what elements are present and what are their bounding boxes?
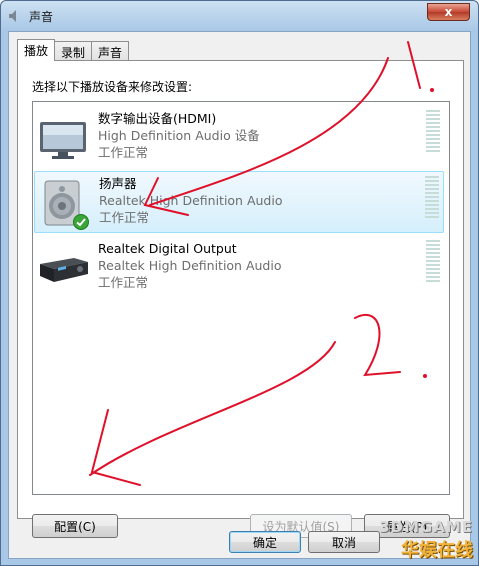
tab-sounds[interactable]: 声音 xyxy=(91,41,130,61)
tab-playback[interactable]: 播放 xyxy=(17,39,56,61)
playback-tab-panel: 选择以下播放设备来修改设置: 数字输出设备(HDMI) High Definit… xyxy=(17,60,464,538)
sound-dialog-window: 声音 x 播放 录制 声音 选择以下播放设备来修改设置: 数字输出设备(HDMI… xyxy=(0,0,479,566)
device-name: 扬声器 xyxy=(99,176,137,191)
device-name: Realtek Digital Output xyxy=(98,241,237,256)
volume-meter xyxy=(425,176,439,218)
ok-button[interactable]: 确定 xyxy=(229,531,301,553)
list-item-hdmi-output[interactable]: 数字输出设备(HDMI) High Definition Audio 设备 工作… xyxy=(34,106,444,168)
check-icon xyxy=(73,214,89,230)
device-status: 工作正常 xyxy=(98,275,149,290)
device-name: 数字输出设备(HDMI) xyxy=(98,111,217,126)
watermark-line2: 华娱在线 xyxy=(401,540,473,561)
device-status: 工作正常 xyxy=(99,210,150,225)
cancel-button[interactable]: 取消 xyxy=(308,531,380,553)
volume-meter xyxy=(426,240,440,282)
title-bar[interactable]: 声音 x xyxy=(1,1,478,31)
volume-meter xyxy=(426,110,440,152)
device-driver: Realtek High Definition Audio xyxy=(98,258,282,273)
window-title: 声音 xyxy=(29,9,54,24)
device-driver: High Definition Audio 设备 xyxy=(98,128,260,143)
monitor-icon xyxy=(38,112,90,164)
tab-strip: 播放 录制 声音 xyxy=(17,39,130,61)
playback-device-list[interactable]: 数字输出设备(HDMI) High Definition Audio 设备 工作… xyxy=(32,101,450,495)
tab-recording[interactable]: 录制 xyxy=(54,41,93,61)
close-button[interactable]: x xyxy=(427,3,470,21)
close-icon: x xyxy=(444,5,453,19)
watermark-line1: 3DMGAME xyxy=(379,518,473,536)
watermark: 3DMGAME 华娱在线 xyxy=(379,518,473,562)
configure-button[interactable]: 配置(C) xyxy=(32,514,118,538)
digital-receiver-icon xyxy=(38,242,90,294)
list-item-digital-output[interactable]: Realtek Digital Output Realtek High Defi… xyxy=(34,236,444,298)
device-driver: Realtek High Definition Audio xyxy=(99,193,283,208)
speaker-small-icon xyxy=(7,8,23,24)
list-item-speakers[interactable]: 扬声器 Realtek High Definition Audio 工作正常 xyxy=(34,171,444,233)
instruction-text: 选择以下播放设备来修改设置: xyxy=(32,80,193,94)
dialog-client-area: 播放 录制 声音 选择以下播放设备来修改设置: 数字输出设备(HDMI) Hig… xyxy=(8,31,471,559)
device-status: 工作正常 xyxy=(98,145,149,160)
